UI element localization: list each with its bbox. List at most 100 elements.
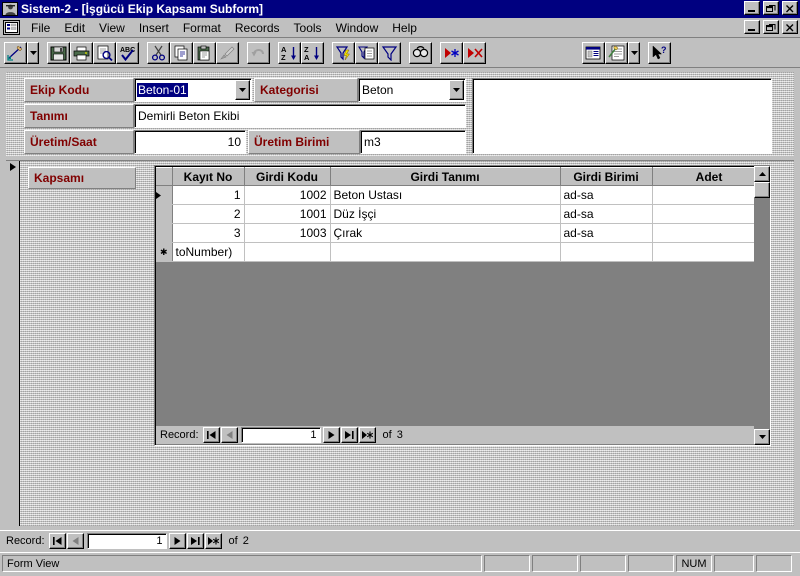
uretim-birimi-field[interactable]: m3 [360,130,466,154]
menu-item-help[interactable]: Help [385,20,424,36]
table-row[interactable]: 2 1001 Düz İşçi ad-sa 4 [156,204,767,224]
print-icon[interactable] [70,42,93,64]
ekip-kodu-dropdown-button[interactable] [235,80,250,100]
record-selector-bar[interactable] [6,161,20,526]
menu-item-file[interactable]: File [24,20,57,36]
delete-record-icon[interactable] [463,42,486,64]
new-record-row[interactable]: ✱ toNumber) [156,242,767,262]
format-painter-icon[interactable] [216,42,239,64]
cell-girdi-tanimi[interactable]: Düz İşçi [330,204,561,224]
subform-next-record-button[interactable] [322,427,340,443]
help-icon[interactable]: ? [648,42,671,64]
scrollbar-track[interactable] [754,182,770,429]
main-previous-record-button[interactable] [66,532,84,549]
table-row[interactable]: 3 1003 Çırak ad-sa 3 [156,223,767,243]
scrollbar-thumb[interactable] [754,182,770,198]
kategorisi-combobox[interactable]: Beton [358,78,466,102]
status-indicator-2 [532,555,578,572]
cell-girdi-kodu[interactable]: 1002 [244,185,331,205]
filter-by-selection-icon[interactable] [332,42,355,64]
menu-item-view[interactable]: View [92,20,132,36]
cell-girdi-tanimi[interactable]: Beton Ustası [330,185,561,205]
cell-adet[interactable]: 4 [652,204,767,224]
cell-girdi-birimi[interactable]: ad-sa [560,204,653,224]
menu-item-format[interactable]: Format [176,20,228,36]
column-header-adet[interactable]: Adet [652,167,767,186]
column-header-girdi-birimi[interactable]: Girdi Birimi [560,167,653,186]
menu-item-window[interactable]: Window [329,20,386,36]
column-header-girdi-kodu[interactable]: Girdi Kodu [244,167,331,186]
new-record-marker[interactable]: ✱ [156,242,173,262]
select-all-corner[interactable] [156,167,173,186]
menu-item-records[interactable]: Records [228,20,287,36]
minimize-button[interactable] [744,1,760,15]
scroll-up-button[interactable] [754,166,770,182]
undo-icon[interactable] [247,42,270,64]
filter-by-form-icon[interactable] [355,42,378,64]
database-window-icon[interactable] [582,42,605,64]
new-object-dropdown-icon[interactable] [628,42,640,64]
form-window: Ekip Kodu Beton-01 Kategorisi Beton Tanı… [0,68,800,530]
column-header-girdi-tanimi[interactable]: Girdi Tanımı [330,167,561,186]
subform-vertical-scrollbar[interactable] [754,166,770,445]
sort-ascending-icon[interactable]: AZ [278,42,301,64]
table-row[interactable]: 1 1002 Beton Ustası ad-sa 2 [156,185,767,205]
menu-item-edit[interactable]: Edit [57,20,92,36]
cell-adet[interactable]: 3 [652,223,767,243]
main-first-record-button[interactable] [48,532,66,549]
kategorisi-dropdown-button[interactable] [449,80,464,100]
cell-girdi-birimi[interactable]: ad-sa [560,223,653,243]
cell-adet-new[interactable] [652,242,767,262]
cell-girdi-kodu-new[interactable] [244,242,331,262]
row-selector[interactable] [156,223,173,243]
subform-current-record-input[interactable]: 1 [240,427,321,443]
menu-item-tools[interactable]: Tools [287,20,329,36]
design-view-icon[interactable] [4,42,27,64]
find-icon[interactable] [409,42,432,64]
scroll-down-button[interactable] [754,429,770,445]
cut-icon[interactable] [147,42,170,64]
cell-girdi-birimi[interactable]: ad-sa [560,185,653,205]
main-new-record-button[interactable] [204,532,222,549]
save-icon[interactable] [47,42,70,64]
cell-girdi-kodu[interactable]: 1001 [244,204,331,224]
print-preview-icon[interactable] [93,42,116,64]
menu-item-insert[interactable]: Insert [132,20,176,36]
row-selector-current[interactable] [156,185,173,205]
cell-kayit-no[interactable]: 1 [172,185,245,205]
main-next-record-button[interactable] [168,532,186,549]
tanimi-field[interactable]: Demirli Beton Ekibi [134,104,466,128]
uretim-saat-field[interactable]: 10 [134,130,246,154]
main-last-record-button[interactable] [186,532,204,549]
cell-girdi-tanimi-new[interactable] [330,242,561,262]
spelling-icon[interactable]: ABC [116,42,139,64]
mdi-minimize-button[interactable] [744,20,760,34]
paste-icon[interactable] [193,42,216,64]
subform-first-record-button[interactable] [202,427,220,443]
main-current-record-input[interactable]: 1 [86,532,167,549]
cell-girdi-birimi-new[interactable] [560,242,653,262]
row-selector[interactable] [156,204,173,224]
cell-kayit-no[interactable]: 2 [172,204,245,224]
subform-previous-record-button[interactable] [220,427,238,443]
cell-kayit-no[interactable]: 3 [172,223,245,243]
subform-new-record-button[interactable] [358,427,376,443]
copy-icon[interactable] [170,42,193,64]
cell-girdi-kodu[interactable]: 1003 [244,223,331,243]
restore-button[interactable] [763,1,779,15]
cell-girdi-tanimi[interactable]: Çırak [330,223,561,243]
column-header-kayit-no[interactable]: Kayıt No [172,167,245,186]
form-window-icon[interactable] [3,20,20,35]
subform-last-record-button[interactable] [340,427,358,443]
dropdown-arrow-icon[interactable] [27,42,39,64]
new-record-icon[interactable] [440,42,463,64]
sort-descending-icon[interactable]: ZA [301,42,324,64]
cell-autonumber[interactable]: toNumber) [172,242,245,262]
close-button[interactable] [782,1,798,15]
cell-adet[interactable]: 2 [652,185,767,205]
new-object-icon[interactable] [605,42,628,64]
mdi-restore-button[interactable] [763,20,779,34]
apply-filter-icon[interactable] [378,42,401,64]
ekip-kodu-combobox[interactable]: Beton-01 [134,78,252,102]
mdi-close-button[interactable] [782,20,798,34]
